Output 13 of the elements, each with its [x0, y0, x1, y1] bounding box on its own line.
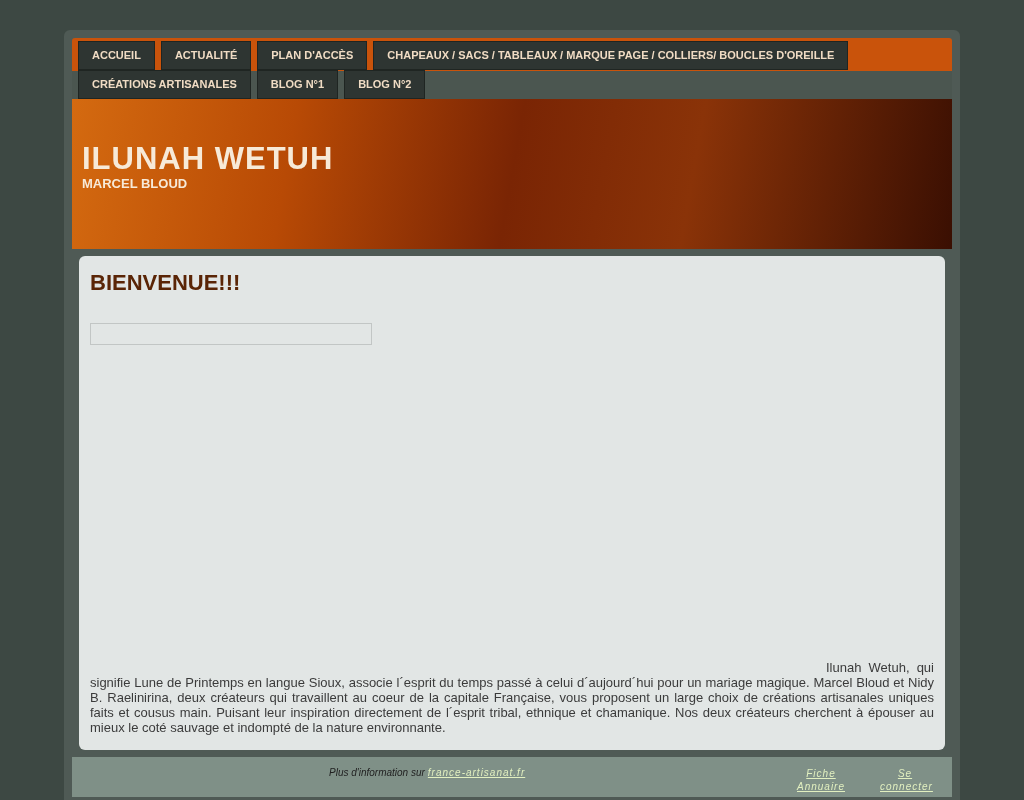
- site-subtitle: MARCEL BLOUD: [82, 176, 189, 191]
- menu-tab[interactable]: CRÉATIONS ARTISANALES: [78, 70, 251, 99]
- input-field[interactable]: [90, 323, 372, 345]
- menu-tab[interactable]: CHAPEAUX / SACS / TABLEAUX / MARQUE PAGE / COLLIERS/ BOUCLES D'OREILLE: [373, 41, 849, 70]
- intro-paragraph: Ilunah Wetuh, qui signifie Lune de Printemps en langue Sioux, associe l´esprit du temps passé à celui d´aujourd´hui pour un mariage magique. Marcel Bloud et Nidy B. Raelinirina, deux créateurs qui travaillent au coeur de la capitale Française, vous proposent un large choix de créations artisanales uniques faits et cousus main. Puisant leur inspiration directement de l´esprit tribal, ethnique et chamanique. Nos deux créateurs cherchent à épouser au mieux le coté sauvage et indompté de la nature environnante.: [90, 660, 934, 735]
- menu-tab[interactable]: BLOG N°1: [256, 70, 339, 99]
- site-title: ILUNAH WETUH: [82, 142, 335, 176]
- page-heading: BIENVENUE!!!: [90, 270, 242, 296]
- footer-info: Plus d'information sur: [329, 767, 425, 780]
- menu-tab[interactable]: ACCUEIL: [78, 41, 155, 70]
- menu-tab[interactable]: BLOG N°2: [344, 70, 426, 99]
- menu-tab[interactable]: PLAN D'ACCÈS: [257, 41, 368, 70]
- menu-tab[interactable]: ACTUALITÉ: [160, 41, 252, 70]
